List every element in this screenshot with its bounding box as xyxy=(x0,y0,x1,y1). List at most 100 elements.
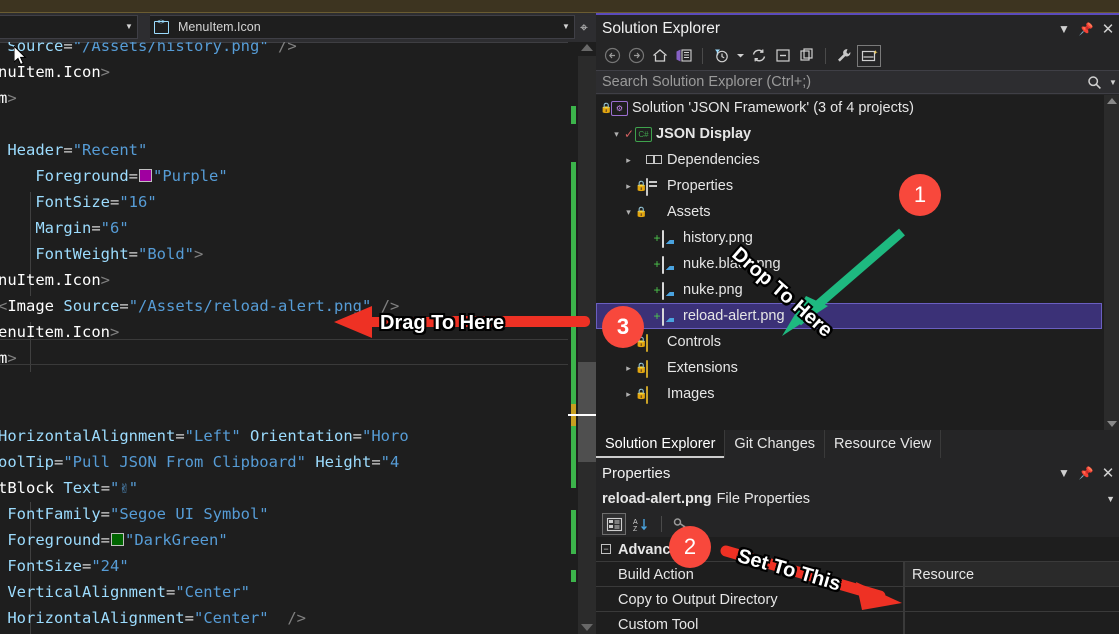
expander-icon[interactable]: ▾ xyxy=(622,207,635,218)
folder-icon xyxy=(646,333,663,352)
expander-icon[interactable]: ▸ xyxy=(622,181,635,192)
show-all-files-icon[interactable] xyxy=(796,45,818,67)
chevron-down-icon[interactable] xyxy=(734,45,746,67)
new-folder-icon[interactable] xyxy=(857,44,881,67)
code-editor-pane: ▼ MenuItem.Icon ▼ ⌖ <Image Source="/Asse… xyxy=(0,13,596,634)
tree-vertical-scrollbar[interactable] xyxy=(1104,95,1119,430)
tree-row-controls[interactable]: ▸ 🔒 Controls xyxy=(596,329,1104,355)
solution-tree[interactable]: 🔒 ⚙ Solution 'JSON Framework' (3 of 4 pr… xyxy=(596,95,1104,430)
scroll-up-arrow-icon[interactable] xyxy=(1107,98,1117,104)
mouse-cursor-icon xyxy=(14,46,27,66)
expander-icon[interactable]: ▸ xyxy=(622,363,635,374)
member-scope-dropdown[interactable]: ▼ xyxy=(0,15,138,39)
vs-solution-home-icon[interactable] xyxy=(673,45,695,67)
code-line-8: Margin="6" xyxy=(35,219,129,237)
image-file-icon xyxy=(662,281,679,300)
annotation-badge-3-text: 3 xyxy=(616,314,630,339)
tree-row-nuke-png[interactable]: + nuke.png xyxy=(596,277,1104,303)
properties-header: Properties ▼ 📌 ✕ xyxy=(596,460,1119,486)
alphabetical-sort-icon[interactable]: AZ xyxy=(630,514,652,534)
code-line-23: HorizontalAlignment="Center" /> xyxy=(7,609,306,627)
property-value[interactable]: Resource xyxy=(904,562,1119,587)
tree-row-reload-alert-png[interactable]: + reload-alert.png xyxy=(596,303,1102,329)
search-options-chevron-icon[interactable]: ▼ xyxy=(1107,78,1119,87)
current-line-frame xyxy=(0,339,568,365)
tab-resource-view[interactable]: Resource View xyxy=(825,430,942,458)
code-line-11: <Image Source="/Assets/reload-alert.png"… xyxy=(0,297,400,315)
tree-row-properties[interactable]: ▸ 🔒 Properties xyxy=(596,173,1104,199)
chevron-down-icon[interactable]: ▼ xyxy=(1106,494,1115,504)
editor-vertical-scrollbar[interactable] xyxy=(568,42,596,634)
window-menu-chevron-icon[interactable]: ▼ xyxy=(1053,462,1075,484)
home-icon[interactable] xyxy=(649,45,671,67)
property-name: Custom Tool xyxy=(596,612,904,634)
close-icon[interactable]: ✕ xyxy=(1097,18,1119,40)
properties-title: Properties xyxy=(602,464,671,482)
properties-subject-name: reload-alert.png xyxy=(602,490,712,507)
tree-label: nuke.png xyxy=(683,282,743,298)
tab-git-changes[interactable]: Git Changes xyxy=(725,430,826,458)
tree-label: Controls xyxy=(667,334,721,350)
code-line-9: FontWeight="Bold"> xyxy=(35,245,204,263)
property-row-build-action[interactable]: Build Action Resource xyxy=(596,562,1119,587)
properties-folder-icon xyxy=(646,177,663,196)
image-file-icon xyxy=(662,255,679,274)
tab-label: Solution Explorer xyxy=(605,436,716,452)
solution-explorer-search[interactable]: Search Solution Explorer (Ctrl+;) ▼ xyxy=(596,70,1119,94)
code-line-5: nuItem Header="Recent" xyxy=(7,141,148,159)
code-line-1: <Image Source="/Assets/history.png" /> xyxy=(7,42,297,55)
scrollbar-track[interactable] xyxy=(578,56,596,634)
tree-row-images[interactable]: ▸ 🔒 Images xyxy=(596,381,1104,407)
search-input[interactable]: Search Solution Explorer (Ctrl+;) xyxy=(596,74,1081,90)
tree-row-history-png[interactable]: + history.png xyxy=(596,225,1104,251)
properties-subject-type: File Properties xyxy=(716,490,811,507)
tree-label: reload-alert.png xyxy=(683,308,785,324)
plus-icon: + xyxy=(653,283,661,297)
close-icon[interactable]: ✕ xyxy=(1097,462,1119,484)
tree-row-dependencies[interactable]: ▸ Dependencies xyxy=(596,147,1104,173)
tab-solution-explorer[interactable]: Solution Explorer xyxy=(596,430,726,458)
expander-icon[interactable]: ▾ xyxy=(610,129,623,140)
properties-wrench-icon[interactable] xyxy=(833,45,855,67)
search-icon[interactable] xyxy=(1081,75,1107,90)
properties-subject[interactable]: reload-alert.png File Properties ▼ xyxy=(596,486,1119,511)
property-value[interactable] xyxy=(904,612,1119,634)
tree-row-extensions[interactable]: ▸ 🔒 Extensions xyxy=(596,355,1104,381)
window-menu-chevron-icon[interactable]: ▼ xyxy=(1053,18,1075,40)
tree-row-project[interactable]: ▾ ✓ C# JSON Display xyxy=(596,121,1104,147)
pin-icon[interactable]: 📌 xyxy=(1075,18,1097,40)
scroll-down-arrow-icon[interactable] xyxy=(1107,421,1117,427)
tree-row-assets[interactable]: ▾ 🔒 Assets xyxy=(596,199,1104,225)
tree-label: Solution 'JSON Framework' (3 of 4 projec… xyxy=(632,100,914,116)
refresh-icon[interactable] xyxy=(748,45,770,67)
svg-text:Z: Z xyxy=(633,526,638,532)
property-row-custom-tool[interactable]: Custom Tool xyxy=(596,612,1119,634)
tool-window-tabs: Solution Explorer Git Changes Resource V… xyxy=(596,430,1119,458)
scrollbar-thumb[interactable] xyxy=(578,362,596,462)
forward-icon[interactable] xyxy=(625,45,647,67)
pin-icon[interactable]: 📌 xyxy=(1075,462,1097,484)
chevron-down-icon: ▼ xyxy=(562,22,570,31)
image-file-icon xyxy=(662,229,679,248)
lock-icon: 🔒 xyxy=(635,206,648,218)
element-scope-dropdown[interactable]: MenuItem.Icon ▼ xyxy=(150,15,575,39)
code-text-area[interactable]: <Image Source="/Assets/history.png" /> <… xyxy=(0,42,568,634)
expander-icon[interactable]: ▸ xyxy=(622,155,635,166)
tree-row-solution[interactable]: 🔒 ⚙ Solution 'JSON Framework' (3 of 4 pr… xyxy=(596,95,1104,121)
pending-changes-filter-icon[interactable] xyxy=(710,45,732,67)
scroll-down-arrow-icon[interactable] xyxy=(581,624,593,631)
split-editor-button[interactable]: ⌖ xyxy=(574,16,594,38)
collapse-all-icon[interactable] xyxy=(772,45,794,67)
tree-row-nuke-black-png[interactable]: + nuke.black.png xyxy=(596,251,1104,277)
lock-icon: 🔒 xyxy=(600,102,613,114)
plus-icon: + xyxy=(653,257,661,271)
title-dots xyxy=(730,28,1043,29)
expander-icon[interactable]: ▸ xyxy=(622,389,635,400)
back-icon[interactable] xyxy=(601,45,623,67)
categorized-view-icon[interactable] xyxy=(602,513,626,535)
collapse-category-icon[interactable]: − xyxy=(601,544,611,554)
property-value[interactable] xyxy=(904,587,1119,612)
scroll-up-arrow-icon[interactable] xyxy=(581,44,593,51)
plus-icon: + xyxy=(653,231,661,245)
property-row-copy-to-output[interactable]: Copy to Output Directory xyxy=(596,587,1119,612)
